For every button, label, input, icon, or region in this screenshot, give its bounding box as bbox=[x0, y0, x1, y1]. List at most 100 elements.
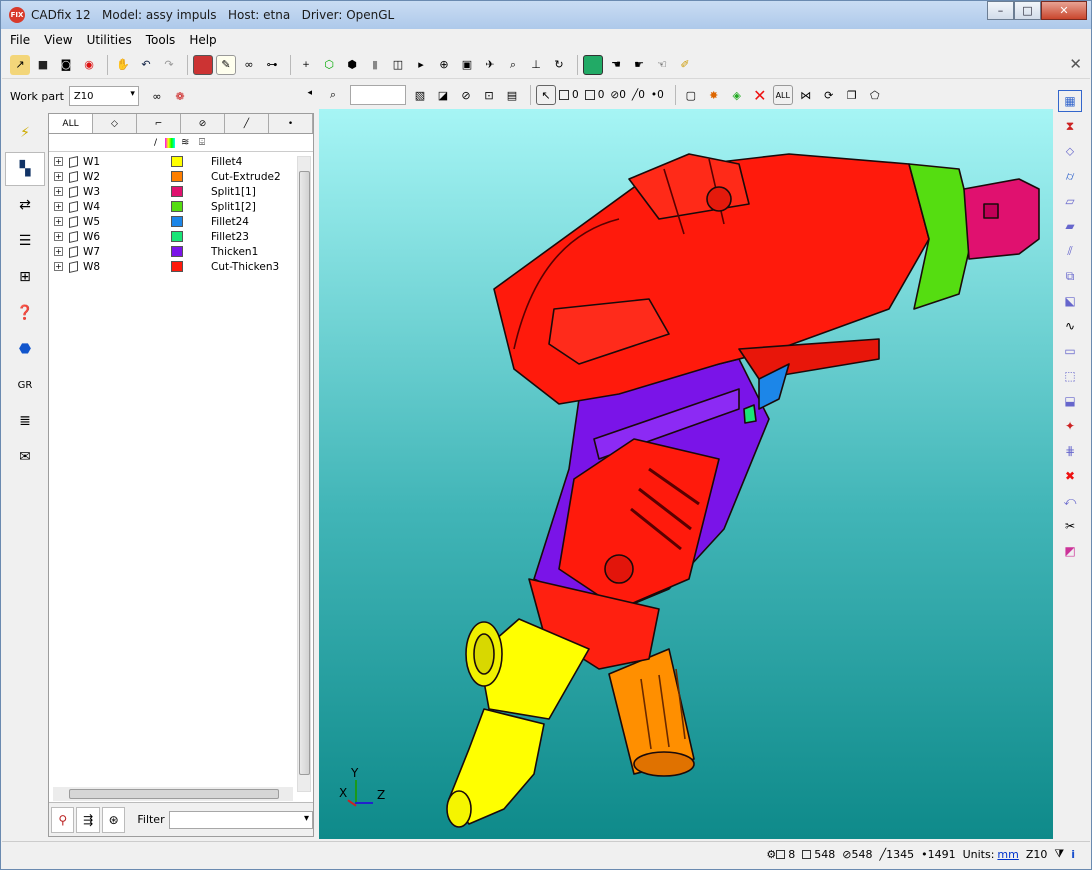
brush-icon[interactable]: ✐ bbox=[675, 55, 695, 75]
filter-tree-icon[interactable]: ⇶ bbox=[76, 806, 100, 833]
copy-icon[interactable]: ❐ bbox=[842, 85, 862, 105]
delete-face-icon[interactable]: ✖ bbox=[1058, 465, 1082, 487]
surface-g-icon[interactable]: ▰ bbox=[1058, 215, 1082, 237]
workpart-find-icon[interactable]: ∞ bbox=[147, 86, 167, 106]
cycle-icon[interactable]: ⟳ bbox=[819, 85, 839, 105]
record-icon[interactable]: ◉ bbox=[79, 55, 99, 75]
pin-icon[interactable]: ◂ bbox=[307, 88, 312, 98]
box-icon[interactable]: ⬢ bbox=[342, 55, 362, 75]
menu-view[interactable]: View bbox=[44, 33, 72, 47]
close-button[interactable]: ✕ bbox=[1041, 1, 1087, 20]
menu-tools[interactable]: Tools bbox=[146, 33, 176, 47]
repair-icon[interactable]: ◈ bbox=[727, 85, 747, 105]
grid-view-icon[interactable]: ▦ bbox=[1058, 90, 1082, 112]
view-cube-icon[interactable]: ◫ bbox=[388, 55, 408, 75]
tab-point-icon[interactable]: • bbox=[269, 114, 313, 133]
hand-edge-icon[interactable]: ☜ bbox=[652, 55, 672, 75]
scissors-icon[interactable]: ✂ bbox=[1058, 515, 1082, 537]
tab-pipe-icon[interactable]: ⊘ bbox=[181, 114, 225, 133]
info-icon[interactable]: i bbox=[1071, 848, 1075, 861]
3d-viewport[interactable]: Y X Z bbox=[319, 109, 1053, 839]
surface-extend-icon[interactable]: ⬕ bbox=[1058, 290, 1082, 312]
face-edit-icon[interactable]: ▭ bbox=[1058, 340, 1082, 362]
face-fill-icon[interactable]: ⬓ bbox=[1058, 390, 1082, 412]
axes-icon[interactable]: ⊥ bbox=[526, 55, 546, 75]
hierarchy-icon[interactable]: ⚲ bbox=[51, 806, 75, 833]
zoom-icon[interactable]: ⌕ bbox=[503, 55, 523, 75]
tab-line-icon[interactable]: ╱ bbox=[225, 114, 269, 133]
assembly-icon[interactable]: ⊛ bbox=[101, 806, 126, 833]
split-plane-icon[interactable]: ◩ bbox=[1058, 540, 1082, 562]
tree-row[interactable]: + W5 Fillet24 bbox=[49, 214, 297, 229]
side-tab-script-icon[interactable]: ✉ bbox=[5, 440, 45, 474]
render-mode-icon[interactable] bbox=[193, 54, 213, 75]
hand-select-icon[interactable]: ☚ bbox=[606, 55, 626, 75]
curve-icon[interactable]: ∿ bbox=[1058, 315, 1082, 337]
camera-icon[interactable]: ◙ bbox=[56, 55, 76, 75]
search-field[interactable] bbox=[350, 85, 406, 105]
surface-icon[interactable]: ▱ bbox=[1058, 190, 1082, 212]
tab-face-icon[interactable]: ◇ bbox=[93, 114, 137, 133]
surface-cut-icon[interactable]: ⫽ bbox=[1058, 240, 1082, 262]
minimize-button[interactable]: – bbox=[987, 1, 1014, 20]
pointer-icon[interactable]: ↖ bbox=[536, 85, 556, 105]
hand-face-icon[interactable]: ☛ bbox=[629, 55, 649, 75]
surface-merge-icon[interactable]: ⧉ bbox=[1058, 265, 1082, 287]
open-icon[interactable]: ↗ bbox=[10, 54, 30, 75]
side-tab-help-icon[interactable]: ❓ bbox=[5, 296, 45, 330]
tree-row[interactable]: + W4 Split1[2] bbox=[49, 199, 297, 214]
side-tab-wizard-icon[interactable]: ⬣ bbox=[5, 332, 45, 366]
menu-help[interactable]: Help bbox=[189, 33, 216, 47]
select-pipe-icon[interactable]: ⊘ bbox=[456, 85, 476, 105]
binoculars-icon[interactable]: ∞ bbox=[239, 55, 259, 75]
tree-row[interactable]: + W2 Cut-Extrude2 bbox=[49, 169, 297, 184]
search-icon[interactable]: ⌕ bbox=[323, 85, 343, 105]
filter-status-icon[interactable]: ⧩ bbox=[1054, 847, 1064, 861]
tree-horizontal-scrollbar[interactable] bbox=[53, 787, 293, 801]
measure-icon[interactable]: ⊶ bbox=[262, 55, 282, 75]
units-link[interactable]: mm bbox=[997, 848, 1018, 861]
new-icon[interactable]: ▢ bbox=[681, 85, 701, 105]
delete-icon[interactable]: ✕ bbox=[750, 85, 770, 105]
plane-icon[interactable]: ⬦ bbox=[1058, 140, 1082, 162]
unstitch-icon[interactable]: ⤺ bbox=[1058, 490, 1082, 512]
fly-icon[interactable]: ✈ bbox=[480, 55, 500, 75]
redo-icon[interactable]: ↷ bbox=[159, 55, 179, 75]
shaded-box-icon[interactable]: ▮ bbox=[365, 55, 385, 75]
frame-icon[interactable]: ▣ bbox=[457, 55, 477, 75]
rotate-icon[interactable]: ↻ bbox=[549, 55, 569, 75]
explode-icon[interactable]: ✸ bbox=[704, 85, 724, 105]
label-column-icon[interactable]: ⌹ bbox=[199, 137, 211, 148]
polygon-icon[interactable]: ⬠ bbox=[865, 85, 885, 105]
hourglass-icon[interactable]: ⧗ bbox=[1058, 115, 1082, 137]
select-face-icon[interactable]: ▧ bbox=[410, 85, 430, 105]
menu-utilities[interactable]: Utilities bbox=[87, 33, 132, 47]
mesh-icon[interactable]: ⋕ bbox=[1058, 440, 1082, 462]
select-vertex-icon[interactable]: ⊡ bbox=[479, 85, 499, 105]
side-tab-settings-icon[interactable]: ☰ bbox=[5, 224, 45, 258]
tree-row[interactable]: + W1 Fillet4 bbox=[49, 154, 297, 169]
face-offset-icon[interactable]: ⬚ bbox=[1058, 365, 1082, 387]
target-icon[interactable]: ⊕ bbox=[434, 55, 454, 75]
side-tab-tree-icon[interactable]: ▚ bbox=[5, 152, 45, 186]
merge-icon[interactable]: ⋈ bbox=[796, 85, 816, 105]
side-tab-gr[interactable]: GR bbox=[5, 368, 45, 402]
knife-icon[interactable]: ✦ bbox=[1058, 415, 1082, 437]
toolbar-close-icon[interactable]: ✕ bbox=[1069, 55, 1082, 73]
side-tab-connect-icon[interactable]: ⇄ bbox=[5, 188, 45, 222]
edit-icon[interactable]: ✎ bbox=[216, 54, 236, 75]
filter-input[interactable]: ▾ bbox=[168, 810, 313, 829]
select-part-icon[interactable]: ▤ bbox=[502, 85, 522, 105]
grab-icon[interactable]: ✋ bbox=[113, 55, 133, 75]
wire-box-icon[interactable]: ⬡ bbox=[319, 55, 339, 75]
tree-row[interactable]: + W3 Split1[1] bbox=[49, 184, 297, 199]
workpart-color-icon[interactable]: ❁ bbox=[170, 86, 190, 106]
undo-icon[interactable]: ↶ bbox=[136, 55, 156, 75]
menu-file[interactable]: File bbox=[10, 33, 30, 47]
save-icon[interactable]: ■ bbox=[33, 55, 53, 75]
tree-vertical-scrollbar[interactable] bbox=[297, 156, 311, 792]
select-edge-icon[interactable]: ◪ bbox=[433, 85, 453, 105]
tab-all[interactable]: ALL bbox=[49, 114, 93, 133]
side-tab-lightning-icon[interactable]: ⚡ bbox=[5, 116, 45, 150]
cylinder-icon[interactable]: ⌭ bbox=[1058, 165, 1082, 187]
